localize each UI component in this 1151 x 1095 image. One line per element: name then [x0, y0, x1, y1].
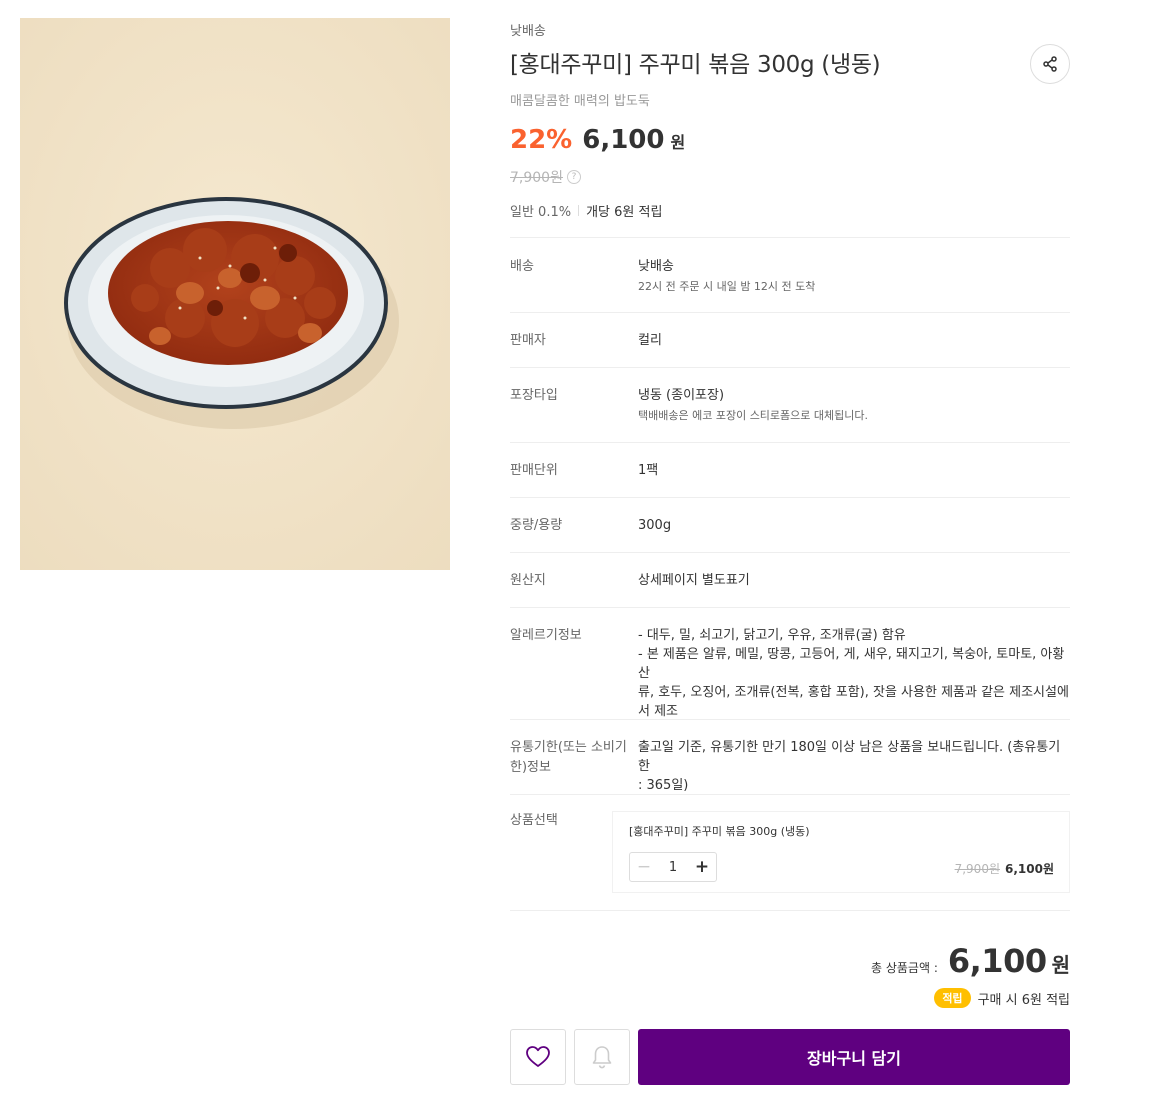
points-row: 일반 0.1% 개당 6원 적립 [510, 201, 662, 220]
total-currency: 원 [1051, 953, 1070, 977]
spec-row-packaging: 포장타입 냉동 (종이포장) 택배배송은 에코 포장이 스티로폼으로 대체됩니다… [510, 367, 1070, 442]
spec-table: 배송 낮배송 22시 전 주문 시 내일 밤 12시 전 도착 판매자 컬리 포… [510, 237, 1070, 910]
option-original-price: 7,900원 [954, 862, 1000, 876]
spec-value-line: 출고일 기준, 유통기한 만기 180일 이상 남은 상품을 보내드립니다. (… [638, 740, 1061, 774]
currency-label: 원 [670, 133, 686, 152]
spec-row-delivery: 배송 낮배송 22시 전 주문 시 내일 밤 12시 전 도착 [510, 237, 1070, 312]
spec-label: 중량/용량 [510, 518, 563, 533]
spec-value-line: - 대두, 밀, 쇠고기, 닭고기, 우유, 조개류(굴) 함유 [638, 628, 906, 643]
spec-label: 포장타입 [510, 388, 558, 403]
spec-sub: 택배배송은 에코 포장이 스티로폼으로 대체됩니다. [638, 409, 869, 422]
spec-row-origin: 원산지 상세페이지 별도표기 [510, 552, 1070, 607]
spec-label: 배송 [510, 259, 534, 274]
spec-sub: 22시 전 주문 시 내일 밤 12시 전 도착 [638, 280, 816, 293]
add-to-cart-button[interactable]: 장바구니 담기 [638, 1029, 1070, 1085]
share-icon [1043, 56, 1057, 72]
total-amount: 6,100 [947, 942, 1047, 980]
price-row: 22% 6,100 원 [510, 125, 685, 155]
restock-alert-button[interactable] [574, 1029, 630, 1085]
spec-value: 상세페이지 별도표기 [638, 573, 750, 588]
spec-row-weight: 중량/용량 300g [510, 497, 1070, 552]
discount-rate: 22% [510, 125, 573, 155]
total-label: 총 상품금액 : [871, 961, 938, 975]
spec-value: 낮배송 [638, 259, 674, 274]
earn-row: 적립 구매 시 6원 적립 [934, 988, 1070, 1008]
spec-value: 냉동 (종이포장) [638, 388, 725, 403]
wishlist-button[interactable] [510, 1029, 566, 1085]
quantity-value: 1 [668, 859, 678, 875]
quantity-stepper: − 1 + [629, 852, 717, 882]
product-title: [홍대주꾸미] 주꾸미 볶음 300g (냉동) [510, 52, 881, 78]
total-row: 총 상품금액 : 6,100 원 [871, 942, 1070, 980]
spec-label: 판매자 [510, 333, 546, 348]
option-box: [홍대주꾸미] 주꾸미 볶음 300g (냉동) − 1 + 7,900원 6,… [612, 811, 1070, 893]
sale-price: 6,100 [582, 125, 665, 155]
heart-icon [526, 1046, 550, 1067]
share-button[interactable] [1030, 44, 1070, 84]
points-level: 일반 0.1% [510, 205, 572, 220]
spec-row-seller: 판매자 컬리 [510, 312, 1070, 367]
product-subtitle: 매콤달콤한 매력의 밥도둑 [510, 94, 650, 109]
spec-value-line: 류, 호두, 오징어, 조개류(전복, 홍합 포함), 잣을 사용한 제품과 같… [638, 685, 1069, 700]
divider [510, 910, 1070, 911]
spec-label: 원산지 [510, 573, 546, 588]
action-row: 장바구니 담기 [510, 1029, 1070, 1085]
increase-button[interactable]: + [688, 853, 716, 881]
spec-value: 1팩 [638, 463, 659, 478]
spec-row-unit: 판매단위 1팩 [510, 442, 1070, 497]
original-price: 7,900원 [510, 170, 563, 186]
points-text: 개당 6원 적립 [586, 205, 663, 220]
spec-value-line: : 365일) [638, 778, 689, 793]
spec-label: 판매단위 [510, 463, 558, 478]
original-price-row: 7,900원 ? [510, 167, 581, 187]
product-image [20, 18, 450, 570]
points-divider [578, 205, 580, 216]
delivery-tag: 낮배송 [510, 24, 546, 39]
option-sale-price: 6,100원 [1005, 862, 1054, 876]
spec-label-line: 유통기한(또는 소비기 [510, 740, 627, 755]
option-name: [홍대주꾸미] 주꾸미 볶음 300g (냉동) [629, 825, 810, 838]
option-price: 7,900원 6,100원 [955, 860, 1054, 879]
decrease-button[interactable]: − [630, 853, 658, 881]
spec-value-line: 서 제조 [638, 704, 679, 719]
spec-value-line: - 본 제품은 알류, 메밀, 땅콩, 고등어, 게, 새우, 돼지고기, 복숭… [638, 647, 1065, 681]
bell-icon [592, 1046, 612, 1069]
earn-text: 구매 시 6원 적립 [977, 992, 1070, 1008]
earn-badge: 적립 [934, 988, 971, 1008]
help-icon[interactable]: ? [566, 170, 581, 184]
spec-row-allergy: 알레르기정보 - 대두, 밀, 쇠고기, 닭고기, 우유, 조개류(굴) 함유 … [510, 607, 1070, 719]
spec-label-line: 한)정보 [510, 760, 551, 775]
spec-row-expiry: 유통기한(또는 소비기 한)정보 출고일 기준, 유통기한 만기 180일 이상… [510, 719, 1070, 794]
spec-value: 컬리 [638, 333, 662, 348]
spec-row-option: 상품선택 [홍대주꾸미] 주꾸미 볶음 300g (냉동) − 1 + 7,90… [510, 794, 1070, 910]
spec-value: 300g [638, 518, 672, 533]
spec-label: 알레르기정보 [510, 628, 582, 643]
